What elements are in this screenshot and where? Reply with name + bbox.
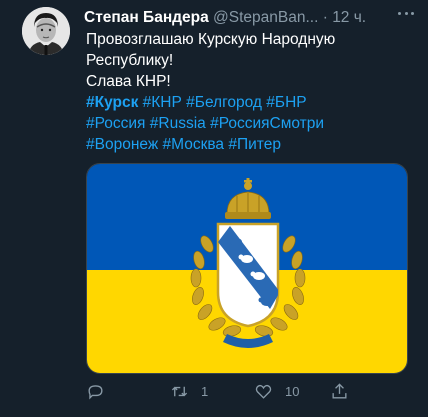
flag-with-coat-of-arms <box>87 164 407 373</box>
hashtag[interactable]: #Белгород <box>186 94 262 111</box>
hashtag[interactable]: #Russia <box>150 115 206 132</box>
hashtag[interactable]: #Питер <box>228 136 281 153</box>
tweet[interactable]: Степан Бандера @StepanBan... · 12 ч. Про… <box>0 0 428 417</box>
retweet-count: 1 <box>201 384 209 399</box>
hashtag[interactable]: #РоссияСмотри <box>210 115 324 132</box>
hashtag-line-1: #Курск #КНР #Белгород #БНР <box>86 92 416 113</box>
tweet-text-line-3: Слава КНР! <box>86 73 171 90</box>
like-count: 10 <box>285 384 300 399</box>
hashtag[interactable]: #Россия <box>86 115 145 132</box>
hashtag[interactable]: #Курск <box>86 94 138 111</box>
handle[interactable]: @StepanBan... <box>213 9 318 26</box>
hashtag[interactable]: #КНР <box>143 94 182 111</box>
hashtag[interactable]: #Москва <box>163 136 225 153</box>
share-button[interactable] <box>330 382 349 401</box>
retweet-button[interactable]: 1 <box>170 382 208 401</box>
tweet-header: Степан Бандера @StepanBan... · 12 ч. <box>84 8 404 28</box>
reply-icon <box>88 385 103 400</box>
avatar[interactable] <box>22 7 70 55</box>
retweet-icon <box>171 386 188 397</box>
hashtag[interactable]: #Воронеж <box>86 136 158 153</box>
heart-icon <box>255 384 272 399</box>
timestamp[interactable]: 12 ч. <box>332 9 366 26</box>
like-button[interactable]: 10 <box>254 382 299 401</box>
hashtag-line-3: #Воронеж #Москва #Питер <box>86 134 416 155</box>
display-name[interactable]: Степан Бандера <box>84 9 209 26</box>
tweet-text-line-1: Провозглашаю Курскую Народную <box>86 31 336 48</box>
share-icon <box>332 383 347 399</box>
more-dots-icon[interactable] <box>396 6 416 20</box>
tweet-text: Провозглашаю Курскую Народную Республику… <box>86 29 416 155</box>
hashtag-line-2: #Россия #Russia #РоссияСмотри <box>86 113 416 134</box>
avatar-image <box>22 7 70 55</box>
reply-button[interactable] <box>86 382 117 401</box>
tweet-media-image[interactable] <box>86 163 408 374</box>
separator-dot: · <box>318 9 333 26</box>
hashtag[interactable]: #БНР <box>266 94 306 111</box>
tweet-actions: 1 10 <box>86 382 408 404</box>
tweet-text-line-2: Республику! <box>86 52 174 69</box>
